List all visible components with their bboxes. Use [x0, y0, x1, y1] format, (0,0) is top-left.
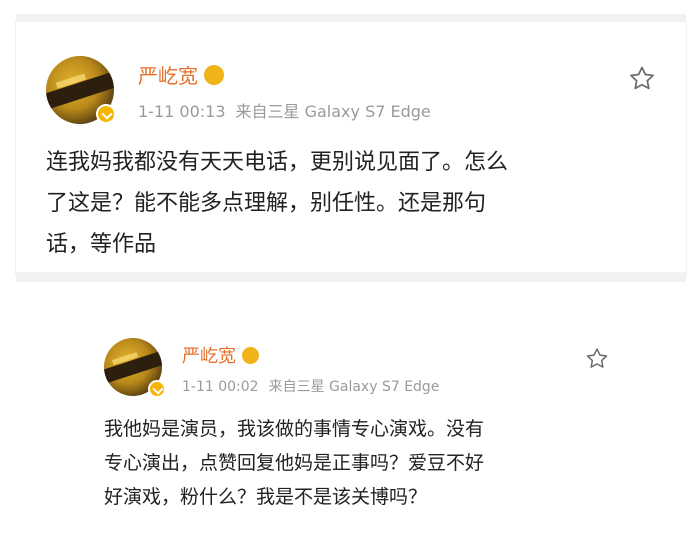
- verified-badge-icon: [96, 104, 116, 124]
- post-body: 连我妈我都没有天天电话，更别说见面了。怎么 了这是？能不能多点理解，别任性。还是…: [46, 142, 666, 265]
- username-row: 严屹宽: [182, 342, 259, 368]
- verified-badge-icon: [148, 380, 166, 398]
- weibo-post-card: 严屹宽 1-11 00:02 来自三星 Galaxy S7 Edge 我他妈是演员…: [86, 320, 646, 516]
- username-row: 严屹宽: [138, 60, 224, 89]
- divider: [16, 272, 686, 282]
- vip-crown-icon: [204, 64, 224, 85]
- post-meta: 1-11 00:02 来自三星 Galaxy S7 Edge: [182, 376, 439, 396]
- star-outline-icon[interactable]: [627, 64, 657, 94]
- post-source: 来自三星 Galaxy S7 Edge: [268, 379, 440, 395]
- star-outline-icon[interactable]: [584, 346, 610, 372]
- post-body-line: 专心演出，点赞回复他妈是正事吗？爱豆不好: [104, 452, 485, 474]
- post-source: 来自三星 Galaxy S7 Edge: [235, 102, 431, 121]
- post-body-line: 我他妈是演员，我该做的事情专心演戏。没有: [104, 418, 485, 440]
- post-body-line: 了这是？能不能多点理解，别任性。还是那句: [46, 191, 487, 216]
- post-body-line: 好演戏，粉什么？我是不是该关博吗？: [104, 486, 428, 508]
- vip-crown-icon: [242, 346, 259, 364]
- username[interactable]: 严屹宽: [182, 342, 236, 368]
- screenshot-canvas: 严屹宽 1-11 00:13 来自三星 Galaxy S7 Edge 连我妈我都没…: [0, 0, 700, 538]
- post-meta: 1-11 00:13 来自三星 Galaxy S7 Edge: [138, 98, 431, 122]
- post-body-line: 话，等作品: [46, 232, 157, 257]
- post-body: 我他妈是演员，我该做的事情专心演戏。没有 专心演出，点赞回复他妈是正事吗？爱豆不…: [104, 412, 634, 514]
- post-time[interactable]: 1-11 00:02: [182, 379, 259, 395]
- post-time[interactable]: 1-11 00:13: [138, 102, 226, 121]
- post-body-line: 连我妈我都没有天天电话，更别说见面了。怎么: [46, 150, 509, 175]
- weibo-post-card: 严屹宽 1-11 00:13 来自三星 Galaxy S7 Edge 连我妈我都没…: [16, 22, 686, 274]
- username[interactable]: 严屹宽: [138, 60, 198, 89]
